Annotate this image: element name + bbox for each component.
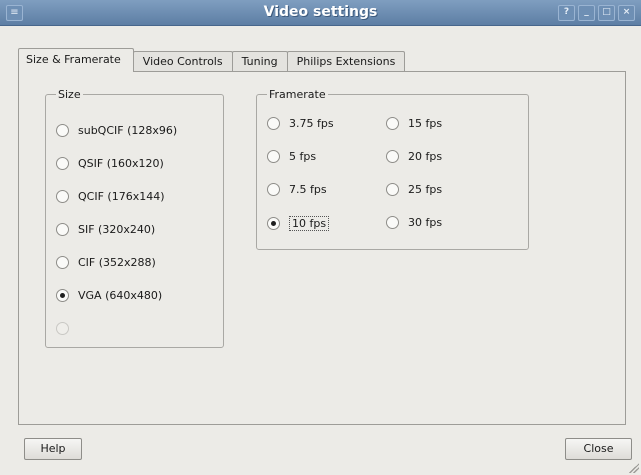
size-radio-cif[interactable]: CIF (352x288) [56,256,156,269]
radio-label: VGA (640x480) [78,289,163,302]
framerate-radio-15[interactable]: 15 fps [386,117,442,130]
resize-grip[interactable] [629,463,639,473]
tab-label: Tuning [241,55,278,68]
radio-label: 20 fps [408,150,443,163]
tab-tuning[interactable]: Tuning [231,51,288,72]
radio-indicator-selected[interactable] [267,217,280,230]
tab-panel: Size subQCIF (128x96) QSIF (160x120) QCI… [18,71,626,425]
radio-indicator[interactable] [56,223,69,236]
radio-label: SIF (320x240) [78,223,156,236]
framerate-radio-5[interactable]: 5 fps [267,150,316,163]
radio-indicator[interactable] [386,183,399,196]
size-group: Size subQCIF (128x96) QSIF (160x120) QCI… [45,88,224,348]
framerate-radio-7-5[interactable]: 7.5 fps [267,183,327,196]
framerate-radio-3-75[interactable]: 3.75 fps [267,117,334,130]
tab-bar: Size & Framerate Video Controls Tuning P… [18,48,406,72]
framerate-radio-30[interactable]: 30 fps [386,216,442,229]
radio-label: 25 fps [408,183,443,196]
radio-indicator[interactable] [56,190,69,203]
help-button-label: Help [40,442,66,455]
window-title: Video settings [263,4,378,20]
radio-indicator[interactable] [386,150,399,163]
title-buttons: ? _ □ × [558,5,635,21]
radio-indicator[interactable] [56,124,69,137]
size-radio-subqcif[interactable]: subQCIF (128x96) [56,124,177,137]
maximize-button[interactable]: □ [598,5,615,21]
radio-label: 30 fps [408,216,443,229]
radio-label: subQCIF (128x96) [78,124,178,137]
framerate-radio-20[interactable]: 20 fps [386,150,442,163]
radio-label: QSIF (160x120) [78,157,164,170]
radio-label: CIF (352x288) [78,256,156,269]
tab-label: Size & Framerate [26,53,121,66]
title-bar[interactable]: ≡ Video settings ? _ □ × [0,0,641,26]
radio-indicator[interactable] [56,157,69,170]
framerate-group: Framerate 3.75 fps 5 fps 7.5 fps 10 fps … [256,88,529,250]
radio-label: 15 fps [408,117,443,130]
radio-label: 7.5 fps [289,183,327,196]
radio-indicator[interactable] [56,256,69,269]
size-radio-vga[interactable]: VGA (640x480) [56,289,162,302]
size-legend: Size [58,88,81,101]
radio-indicator [56,322,69,335]
help-title-button[interactable]: ? [558,5,575,21]
radio-indicator-selected[interactable] [56,289,69,302]
size-radio-disabled [56,322,78,335]
tab-label: Philips Extensions [296,55,396,68]
help-button[interactable]: Help [24,438,82,460]
framerate-legend: Framerate [269,88,326,101]
tab-label: Video Controls [142,55,223,68]
size-radio-qcif[interactable]: QCIF (176x144) [56,190,165,203]
close-window-button[interactable]: × [618,5,635,21]
framerate-radio-25[interactable]: 25 fps [386,183,442,196]
framerate-radio-10[interactable]: 10 fps [267,216,330,231]
close-button[interactable]: Close [565,438,632,460]
radio-label: 5 fps [289,150,317,163]
radio-indicator[interactable] [267,150,280,163]
radio-label: 10 fps [289,216,330,231]
radio-indicator[interactable] [386,216,399,229]
tab-size-framerate[interactable]: Size & Framerate [18,48,134,72]
close-button-label: Close [583,442,614,455]
size-radio-sif[interactable]: SIF (320x240) [56,223,155,236]
radio-indicator[interactable] [267,183,280,196]
video-settings-window: ≡ Video settings ? _ □ × Size & Framerat… [0,0,641,475]
tab-video-controls[interactable]: Video Controls [132,51,233,72]
size-radio-qsif[interactable]: QSIF (160x120) [56,157,164,170]
radio-label: 3.75 fps [289,117,334,130]
radio-indicator[interactable] [267,117,280,130]
radio-indicator[interactable] [386,117,399,130]
tab-philips-extensions[interactable]: Philips Extensions [286,51,406,72]
minimize-button[interactable]: _ [578,5,595,21]
radio-label: QCIF (176x144) [78,190,165,203]
